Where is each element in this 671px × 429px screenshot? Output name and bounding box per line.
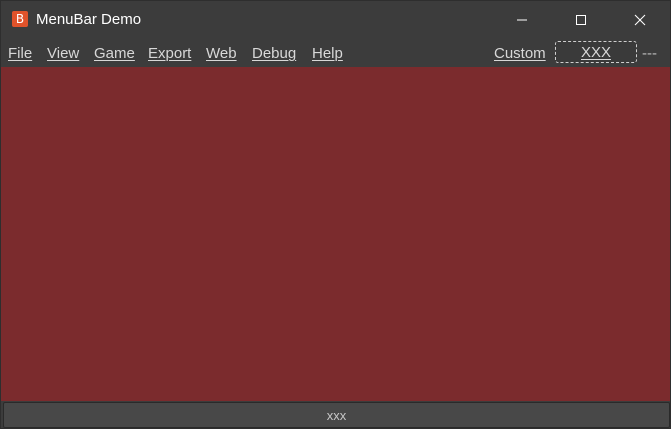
menu-web[interactable]: Web bbox=[206, 45, 237, 62]
menu-custom[interactable]: Custom bbox=[494, 45, 546, 62]
app-icon: B bbox=[12, 11, 28, 27]
close-icon bbox=[634, 14, 646, 25]
minimize-button[interactable] bbox=[499, 1, 545, 38]
app-window: B MenuBar Demo File View Game Export Web… bbox=[0, 0, 671, 429]
menu-game[interactable]: Game bbox=[94, 45, 135, 62]
menu-file[interactable]: File bbox=[8, 45, 32, 62]
title-bar[interactable]: B MenuBar Demo bbox=[1, 1, 670, 38]
maximize-button[interactable] bbox=[558, 1, 604, 38]
menu-debug[interactable]: Debug bbox=[252, 45, 296, 62]
close-button[interactable] bbox=[617, 1, 663, 38]
status-bar[interactable]: xxx bbox=[3, 402, 670, 428]
custom-box-button[interactable]: XXX bbox=[555, 41, 637, 63]
menu-export[interactable]: Export bbox=[148, 45, 191, 62]
menu-view[interactable]: View bbox=[47, 45, 79, 62]
menu-separator-text: --- bbox=[642, 45, 657, 62]
status-label: xxx bbox=[326, 407, 347, 423]
custom-box-label: XXX bbox=[580, 43, 611, 61]
minimize-icon bbox=[517, 19, 527, 20]
content-area[interactable] bbox=[1, 67, 670, 401]
menu-help[interactable]: Help bbox=[312, 45, 343, 62]
maximize-icon bbox=[576, 14, 586, 25]
window-title: MenuBar Demo bbox=[36, 11, 142, 28]
menu-bar: File View Game Export Web Debug Help Cus… bbox=[1, 38, 670, 67]
